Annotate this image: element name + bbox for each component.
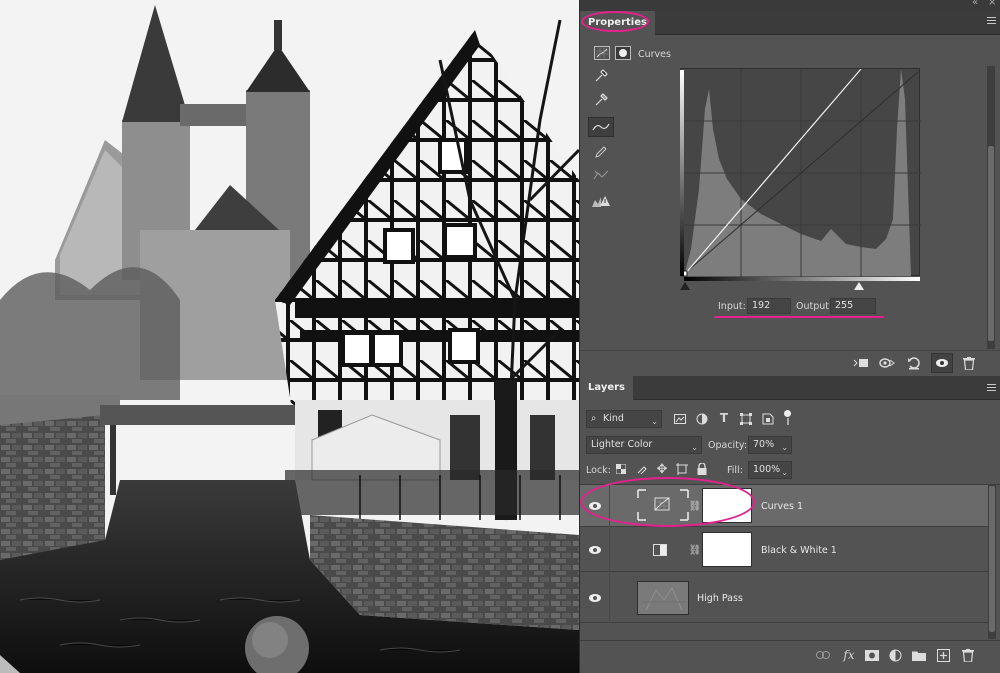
blend-mode-select[interactable]: Lighter Color ⌄ bbox=[586, 436, 702, 454]
layer-name[interactable]: High Pass bbox=[697, 593, 743, 604]
filter-adjustment-icon[interactable] bbox=[694, 411, 710, 427]
filter-kind-select[interactable]: ⌕ Kind ⌄ bbox=[586, 410, 662, 428]
layer-row-curves-1[interactable]: ⛓ Curves 1 bbox=[580, 485, 988, 527]
properties-scroll-thumb[interactable] bbox=[988, 146, 994, 341]
lock-artboard-icon[interactable] bbox=[675, 462, 689, 476]
curves-adjustment-thumbnail[interactable] bbox=[636, 488, 690, 522]
layer-mask-icon[interactable] bbox=[615, 46, 631, 60]
opacity-label: Opacity: bbox=[708, 440, 748, 451]
layers-scroll-thumb[interactable] bbox=[989, 486, 995, 632]
delete-icon[interactable] bbox=[960, 354, 978, 372]
layers-scrollbar[interactable] bbox=[988, 484, 996, 639]
properties-scrollbar[interactable] bbox=[987, 66, 995, 349]
input-field[interactable]: 192 bbox=[747, 298, 791, 314]
layer-mask-thumbnail[interactable] bbox=[702, 488, 752, 523]
layer-row-high-pass[interactable]: High Pass bbox=[580, 573, 988, 623]
smooth-icon[interactable] bbox=[591, 165, 611, 185]
fill-value: 100% bbox=[753, 464, 781, 475]
search-icon: ⌕ bbox=[591, 413, 597, 424]
panels-dock: « × Properties Curves Input: 192 Output:… bbox=[579, 0, 1000, 673]
filter-toggle-icon[interactable] bbox=[783, 410, 792, 426]
blend-mode-label: Lighter Color bbox=[591, 439, 653, 450]
white-point-slider[interactable] bbox=[854, 282, 864, 290]
fill-label: Fill: bbox=[727, 465, 743, 476]
layers-list: ⛓ Curves 1 ⛓ Black & White 1 High Pass bbox=[580, 484, 1000, 639]
lock-transparent-icon[interactable] bbox=[614, 462, 628, 476]
curve-point-icon[interactable] bbox=[588, 117, 614, 137]
filter-shape-icon[interactable] bbox=[738, 411, 754, 427]
lock-pixels-icon[interactable] bbox=[635, 462, 649, 476]
tab-properties[interactable]: Properties bbox=[580, 11, 655, 35]
view-previous-icon[interactable] bbox=[878, 355, 896, 371]
layer-name[interactable]: Black & White 1 bbox=[761, 545, 837, 556]
visibility-icon[interactable] bbox=[931, 353, 953, 373]
collapse-icon[interactable]: « bbox=[972, 0, 978, 8]
opacity-value: 70% bbox=[753, 439, 775, 450]
mask-link-icon[interactable]: ⛓ bbox=[689, 543, 702, 557]
adjustment-name: Curves bbox=[638, 49, 671, 60]
input-label: Input: bbox=[718, 301, 746, 312]
sample-black-eyedropper-icon[interactable] bbox=[591, 66, 611, 86]
curves-graph[interactable] bbox=[680, 68, 921, 277]
clip-to-layer-icon[interactable] bbox=[852, 355, 870, 371]
lock-label: Lock: bbox=[586, 465, 611, 476]
layers-panel-menu-icon[interactable] bbox=[987, 384, 996, 393]
adjustment-icon[interactable] bbox=[886, 647, 904, 663]
chevron-down-icon: ⌄ bbox=[691, 443, 698, 452]
filter-smart-object-icon[interactable] bbox=[760, 411, 776, 427]
output-gradient-bar bbox=[680, 70, 684, 276]
link-icon[interactable] bbox=[813, 647, 833, 663]
panel-menu-icon[interactable] bbox=[987, 17, 996, 26]
filter-pixel-icon[interactable] bbox=[672, 411, 688, 427]
sample-gray-eyedropper-icon[interactable] bbox=[591, 90, 611, 110]
input-output-highlight bbox=[714, 316, 884, 318]
new-layer-icon[interactable] bbox=[934, 647, 952, 663]
reset-icon[interactable] bbox=[905, 355, 923, 371]
trash-icon[interactable] bbox=[959, 647, 977, 663]
properties-tabbar: Properties bbox=[580, 11, 1000, 35]
pencil-icon[interactable] bbox=[591, 142, 611, 162]
output-label: Output: bbox=[796, 301, 833, 312]
layer-name[interactable]: Curves 1 bbox=[761, 501, 803, 512]
black-white-adjustment-icon[interactable] bbox=[653, 544, 667, 556]
black-point-slider[interactable] bbox=[680, 282, 690, 290]
filter-kind-label: Kind bbox=[603, 413, 624, 424]
close-dock-icon[interactable]: × bbox=[988, 0, 996, 8]
tab-layers[interactable]: Layers bbox=[580, 376, 633, 400]
input-gradient-bar bbox=[684, 277, 920, 281]
layers-tabbar: Layers bbox=[580, 376, 1000, 400]
fill-field[interactable]: 100% ⌄ bbox=[748, 461, 792, 479]
chevron-down-icon: ⌄ bbox=[781, 468, 788, 477]
group-icon[interactable] bbox=[910, 647, 928, 663]
layer-mask-thumbnail[interactable] bbox=[702, 532, 752, 567]
high-pass-thumbnail[interactable] bbox=[637, 581, 689, 615]
layers-footer: fx bbox=[580, 640, 1000, 673]
chevron-down-icon: ⌄ bbox=[651, 417, 658, 426]
properties-footer bbox=[580, 350, 1000, 375]
chevron-down-icon: ⌄ bbox=[781, 443, 788, 452]
opacity-field[interactable]: 70% ⌄ bbox=[748, 436, 792, 454]
black-and-white-photo bbox=[0, 0, 579, 673]
eye-icon[interactable] bbox=[588, 545, 602, 555]
lock-all-icon[interactable] bbox=[695, 462, 709, 476]
clipping-warning-icon[interactable] bbox=[589, 191, 613, 211]
document-canvas[interactable] bbox=[0, 0, 579, 673]
mask-icon[interactable] bbox=[863, 647, 881, 663]
histogram-and-curve bbox=[681, 68, 921, 277]
dock-collapse-strip: « × bbox=[580, 0, 1000, 11]
filter-type-icon[interactable]: T bbox=[716, 410, 732, 426]
layer-row-black-white-1[interactable]: ⛓ Black & White 1 bbox=[580, 528, 988, 572]
eye-icon[interactable] bbox=[588, 593, 602, 603]
mask-link-icon[interactable]: ⛓ bbox=[689, 499, 702, 513]
fx-icon[interactable]: fx bbox=[839, 646, 859, 664]
eye-icon[interactable] bbox=[588, 501, 602, 511]
output-field[interactable]: 255 bbox=[830, 298, 876, 314]
curves-adjustment-icon bbox=[594, 46, 610, 60]
lock-position-icon[interactable]: ✥ bbox=[654, 461, 670, 477]
